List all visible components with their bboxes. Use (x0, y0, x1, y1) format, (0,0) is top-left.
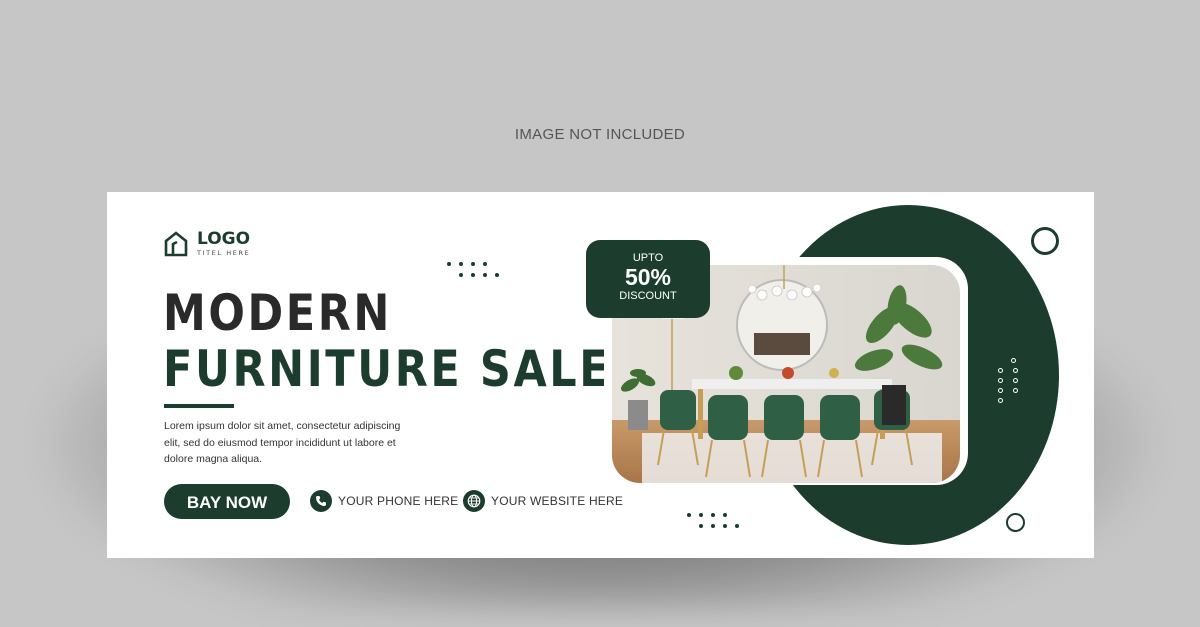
globe-icon (463, 490, 485, 512)
discount-suffix: DISCOUNT (619, 290, 677, 302)
phone-text: YOUR PHONE HERE (338, 494, 459, 508)
house-icon (164, 231, 188, 257)
discount-value: 50% (624, 264, 672, 290)
dot-pattern-white (998, 348, 1028, 403)
discount-prefix: UPTO (632, 252, 664, 264)
headline-line-1: MODERN (163, 284, 393, 342)
logo: LOGO TITEL HERE (163, 230, 250, 258)
dot-pattern-top (447, 259, 507, 281)
dot-pattern-bottom (687, 510, 747, 532)
buy-now-button[interactable]: BAY NOW (164, 484, 290, 519)
phone-contact[interactable]: YOUR PHONE HERE (310, 490, 458, 512)
decorative-ring-large (1031, 227, 1059, 255)
promo-banner: LOGO TITEL HERE MODERN FURNITURE SALE Lo… (107, 192, 1094, 558)
logo-name: LOGO (197, 229, 251, 249)
decorative-ring-small (1006, 513, 1025, 532)
website-contact[interactable]: YOUR WEBSITE HERE (463, 490, 623, 512)
headline-underline (164, 404, 234, 408)
website-text: YOUR WEBSITE HERE (491, 494, 624, 508)
discount-badge: UPTO 50% DISCOUNT (586, 240, 710, 318)
body-text: Lorem ipsum dolor sit amet, consectetur … (164, 420, 401, 465)
image-not-included-notice: IMAGE NOT INCLUDED (514, 126, 686, 143)
headline-line-2: FURNITURE SALE (163, 340, 612, 398)
logo-tagline: TITEL HERE (197, 249, 251, 257)
phone-icon (310, 490, 332, 512)
